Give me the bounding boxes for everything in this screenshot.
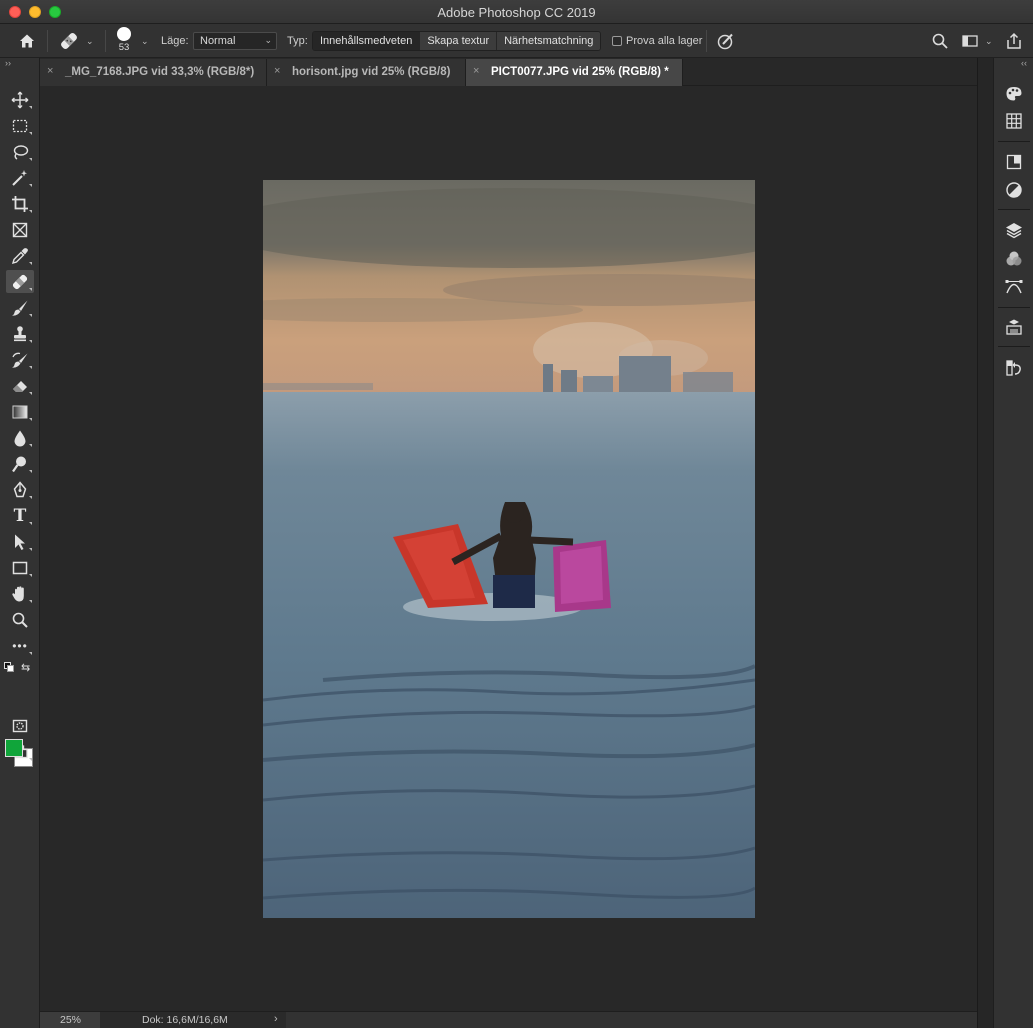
sample-all-layers-label: Prova alla lager xyxy=(626,35,703,47)
workspace-icon[interactable]: ⌄ xyxy=(961,24,993,58)
type-segmented-control: Innehållsmedveten Skapa textur Närhetsma… xyxy=(312,31,602,51)
chevron-down-icon: ⌄ xyxy=(86,35,94,46)
crop-tool-icon[interactable] xyxy=(6,192,34,215)
tab-pict0077[interactable]: × PICT0077.JPG vid 25% (RGB/8) * xyxy=(466,59,683,86)
pressure-icon[interactable] xyxy=(716,24,736,58)
more-tools-icon[interactable]: ••• xyxy=(6,634,34,657)
brush-tip-icon xyxy=(117,27,131,41)
foreground-color-swatch[interactable] xyxy=(5,739,23,757)
swatches-grid-icon[interactable] xyxy=(1003,110,1025,132)
path-selection-tool-icon[interactable] xyxy=(6,530,34,553)
panel-dock-gutter xyxy=(977,58,993,1028)
blur-tool-icon[interactable] xyxy=(6,426,34,449)
brush-size-value: 53 xyxy=(118,42,130,53)
lasso-tool-icon[interactable] xyxy=(6,140,34,163)
swap-colors-icon[interactable]: ⇆ xyxy=(21,661,30,674)
document-tabs: × _MG_7168.JPG vid 33,3% (RGB/8*) × hori… xyxy=(40,59,992,86)
collapse-panels-icon[interactable]: ‹‹ xyxy=(1021,58,1027,70)
home-icon[interactable] xyxy=(18,24,36,58)
type-tool-icon[interactable]: T xyxy=(6,504,34,527)
zoom-tool-icon[interactable] xyxy=(6,608,34,631)
paths-icon[interactable] xyxy=(1003,276,1025,298)
type-option-proximity-match[interactable]: Närhetsmatchning xyxy=(497,32,601,50)
brush-size-picker[interactable]: 53 ⌄ xyxy=(114,21,149,55)
frame-tool-icon[interactable] xyxy=(6,218,34,241)
close-tab-icon[interactable]: × xyxy=(47,65,53,77)
chevron-down-icon: ⌄ xyxy=(264,35,272,45)
tool-preset-picker[interactable]: ⌄ xyxy=(58,24,94,58)
mode-label: Läge: xyxy=(161,35,189,47)
tab-horisont[interactable]: × horisont.jpg vid 25% (RGB/8) xyxy=(267,59,466,86)
gradient-tool-icon[interactable] xyxy=(6,400,34,423)
eraser-tool-icon[interactable] xyxy=(6,374,34,397)
spot-healing-brush-tool-icon[interactable] xyxy=(6,270,34,293)
eyedropper-tool-icon[interactable] xyxy=(6,244,34,267)
properties-3d-icon[interactable] xyxy=(1003,316,1025,338)
tab-label: PICT0077.JPG vid 25% (RGB/8) * xyxy=(491,66,669,78)
options-bar: ⌄ 53 ⌄ Läge: Normal ⌄ Typ: Innehållsmedv… xyxy=(0,24,1033,58)
libraries-icon[interactable] xyxy=(1003,151,1025,173)
share-icon[interactable] xyxy=(1005,24,1023,58)
dodge-tool-icon[interactable] xyxy=(6,452,34,475)
tab-label: _MG_7168.JPG vid 33,3% (RGB/8*) xyxy=(65,66,255,78)
search-icon[interactable] xyxy=(931,24,949,58)
history-brush-tool-icon[interactable] xyxy=(6,348,34,371)
chevron-right-icon[interactable]: › xyxy=(274,1013,278,1025)
status-bar: 25% Dok: 16,6M/16,6M › xyxy=(40,1011,977,1028)
tab-label: horisont.jpg vid 25% (RGB/8) xyxy=(292,66,451,78)
pen-tool-icon[interactable] xyxy=(6,478,34,501)
type-option-content-aware[interactable]: Innehållsmedveten xyxy=(313,32,421,50)
hand-tool-icon[interactable] xyxy=(6,582,34,605)
history-icon[interactable] xyxy=(1003,357,1025,379)
close-tab-icon[interactable]: × xyxy=(473,65,479,77)
marquee-tool-icon[interactable] xyxy=(6,114,34,137)
zoom-level-field[interactable]: 25% xyxy=(40,1012,100,1028)
clone-stamp-tool-icon[interactable] xyxy=(6,322,34,345)
canvas-area[interactable] xyxy=(40,86,977,1011)
type-option-create-texture[interactable]: Skapa textur xyxy=(420,32,498,50)
move-tool-icon[interactable] xyxy=(6,88,34,111)
window-title: Adobe Photoshop CC 2019 xyxy=(437,5,596,20)
document-image[interactable] xyxy=(263,180,755,918)
layers-icon[interactable] xyxy=(1003,219,1025,241)
mode-dropdown[interactable]: Normal ⌄ xyxy=(193,32,277,50)
sample-all-layers-checkbox[interactable] xyxy=(612,36,622,46)
close-tab-icon[interactable]: × xyxy=(274,65,280,77)
bandage-icon xyxy=(61,33,77,49)
right-panels-bar: ‹‹ xyxy=(993,58,1033,1028)
channels-icon[interactable] xyxy=(1003,248,1025,270)
mode-value: Normal xyxy=(200,35,236,47)
tools-panel: ›› T ••• ⇆ xyxy=(0,58,40,1028)
adjustments-icon[interactable] xyxy=(1003,179,1025,201)
document-info: Dok: 16,6M/16,6M xyxy=(100,1012,286,1028)
type-label: Typ: xyxy=(287,35,308,47)
chevron-down-icon: ⌄ xyxy=(985,35,993,46)
tab-mg-7168[interactable]: × _MG_7168.JPG vid 33,3% (RGB/8*) xyxy=(40,59,267,86)
quick-mask-icon[interactable] xyxy=(6,714,34,737)
chevron-down-icon: ⌄ xyxy=(141,35,149,46)
color-palette-icon[interactable] xyxy=(1003,83,1025,105)
brush-tool-icon[interactable] xyxy=(6,296,34,319)
collapse-toolbar-icon[interactable]: ›› xyxy=(5,58,11,70)
magic-wand-tool-icon[interactable] xyxy=(6,166,34,189)
rectangle-tool-icon[interactable] xyxy=(6,556,34,579)
title-bar: Adobe Photoshop CC 2019 xyxy=(0,0,1033,24)
default-colors-icon[interactable] xyxy=(4,662,14,672)
